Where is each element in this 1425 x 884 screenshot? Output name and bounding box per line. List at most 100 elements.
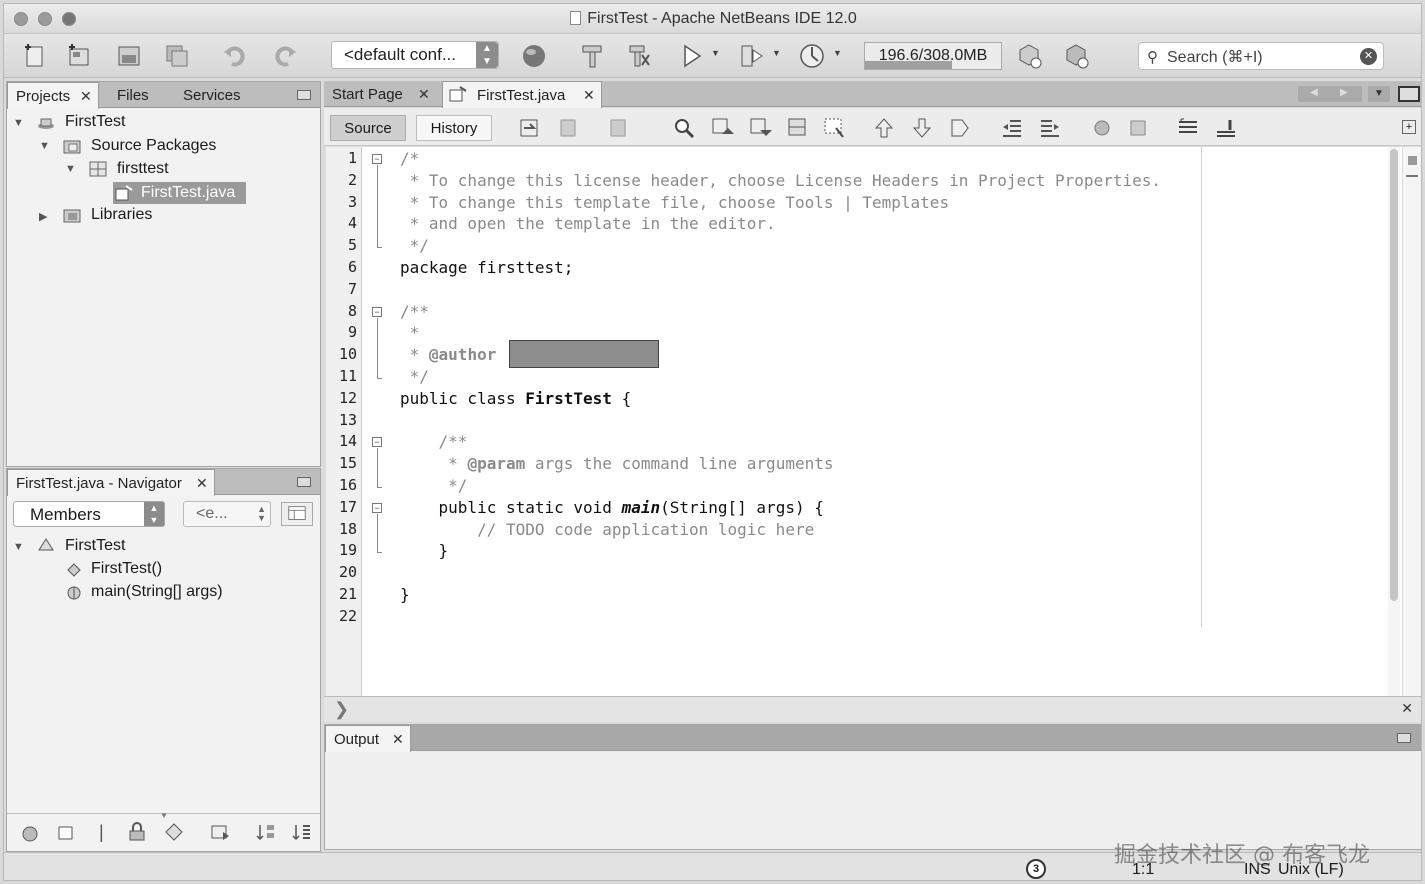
split-editor-icon[interactable]: + [1402,120,1416,134]
tab-output[interactable]: Output ✕ [325,725,411,752]
nav-item-main-method[interactable]: main(String[] args) [91,583,223,601]
search-field[interactable]: ⚲ Search (⌘+I) ✕ [1138,42,1384,70]
profile-dropdown-icon[interactable]: ▼ [833,48,842,58]
nav-item-class[interactable]: FirstTest [65,537,125,555]
tab-start-page[interactable]: Start Page ✕ [324,81,438,107]
expand-arrow-icon[interactable]: ▼ [13,541,24,553]
close-tab-icon[interactable]: ✕ [392,731,404,748]
lock-icon[interactable] [127,822,147,842]
tab-firsttest-java[interactable]: FirstTest.java ✕ [442,81,602,108]
build-project-button[interactable] [577,41,607,71]
expand-arrow-icon[interactable]: ▼ [39,140,50,152]
clear-search-icon[interactable]: ✕ [1360,48,1377,65]
show-opened-documents-icon[interactable]: ▼ [1368,86,1390,102]
gc-button[interactable] [1014,41,1044,71]
close-tab-icon[interactable]: ✕ [583,87,595,104]
close-tab-icon[interactable]: ✕ [418,86,430,103]
members-select[interactable]: Members ▲ ▼ [13,501,165,527]
breadcrumb-chevron-icon[interactable]: ❯ [334,699,349,720]
profile-ide-button[interactable] [1061,41,1091,71]
nav-item-constructor[interactable]: FirstTest() [91,560,162,578]
new-project-button[interactable] [64,41,94,71]
toggle-bookmark-icon[interactable] [948,116,972,140]
expand-arrow-icon[interactable]: ▼ [65,163,76,175]
sort-by-name-icon[interactable] [255,822,277,842]
debug-dropdown-icon[interactable]: ▼ [772,48,781,58]
minimize-panel-icon[interactable] [1397,733,1411,743]
save-all-button[interactable] [162,41,192,71]
tree-item-selected-file[interactable]: FirstTest.java [113,182,246,204]
previous-bookmark-icon[interactable] [872,116,896,140]
sort-by-source-icon[interactable] [291,822,313,842]
tab-files[interactable]: Files [109,82,165,108]
comment-icon[interactable] [1176,116,1200,140]
back-icon[interactable] [558,116,582,140]
undo-button[interactable] [220,41,250,71]
new-project-icon [69,44,89,66]
expand-arrow-icon[interactable]: ▼ [13,117,24,129]
run-dropdown-icon[interactable]: ▼ [711,48,720,58]
tree-item-firsttest-package[interactable]: firsttest [117,160,169,178]
stop-macro-icon[interactable] [1126,116,1150,140]
next-bookmark-icon[interactable] [910,116,934,140]
uncomment-icon[interactable] [1214,116,1238,140]
tree-item-source-packages[interactable]: Source Packages [91,137,216,155]
code-fold-icon[interactable]: − [372,502,382,513]
scrollbar-thumb[interactable] [1390,149,1398,601]
forward-icon[interactable] [608,116,632,140]
tree-item-libraries[interactable]: Libraries [91,206,152,224]
close-breadcrumb-icon[interactable]: ✕ [1401,700,1413,717]
maximize-window-icon[interactable] [1398,86,1420,102]
code-line: */ [400,236,429,256]
open-project-button[interactable] [114,41,144,71]
find-next-icon[interactable] [748,116,772,140]
code-editor[interactable]: 1 2 3 4 5 6 7 8 9 10 11 12 13 14 15 16 17 18 19 20 21 22 /* *… [326,147,1421,696]
history-view-button[interactable]: History [416,115,492,141]
start-macro-icon[interactable] [1090,116,1114,140]
profile-project-button[interactable] [797,41,827,71]
code-line: /** [400,301,429,321]
filter-select[interactable]: <e... ▲ ▼ [183,501,271,527]
find-selection-icon[interactable] [786,116,810,140]
tab-scroll-buttons[interactable]: ◀ ▶ [1298,86,1362,102]
debug-project-button[interactable] [737,41,767,71]
shift-left-icon[interactable] [1000,116,1024,140]
scroll-right-icon[interactable]: ▶ [1340,87,1348,98]
minimize-panel-icon[interactable] [297,477,311,487]
clean-build-button[interactable] [624,41,654,71]
globe-button[interactable] [519,41,549,71]
code-fold-icon[interactable]: − [372,437,382,448]
vertical-scrollbar[interactable] [1388,147,1400,696]
line-number: 1 [347,149,357,167]
redo-button[interactable] [270,41,300,71]
source-view-button[interactable]: Source [330,115,406,141]
tab-services[interactable]: Services [175,82,255,108]
fields-icon[interactable] [57,824,75,842]
last-edit-icon[interactable] [518,116,542,140]
find-previous-icon[interactable] [710,116,734,140]
new-file-button[interactable] [20,41,50,71]
splitter-arrow-icon[interactable]: ▼ [160,811,168,820]
scroll-left-icon[interactable]: ◀ [1310,87,1318,98]
tab-projects[interactable]: Projects ✕ [7,82,99,109]
inherited-members-icon[interactable] [19,824,41,844]
fqn-icon[interactable] [209,822,231,842]
close-tab-icon[interactable]: ✕ [80,88,92,105]
find-icon[interactable] [672,116,696,140]
notifications-icon[interactable]: 3 [1026,859,1046,879]
tab-navigator[interactable]: FirstTest.java - Navigator ✕ [7,469,215,496]
run-project-button[interactable] [677,41,707,71]
tree-item-project[interactable]: FirstTest [65,113,125,131]
line-number: 10 [338,345,357,364]
shift-right-icon[interactable] [1038,116,1062,140]
toggle-highlight-icon[interactable] [822,116,846,140]
static-members-icon[interactable] [163,822,185,842]
code-fold-icon[interactable]: − [372,154,382,164]
code-fold-icon[interactable]: − [372,306,382,317]
collapse-arrow-icon[interactable]: ▶ [39,210,47,223]
memory-indicator[interactable]: 196.6/308.0MB [864,42,1002,70]
close-tab-icon[interactable]: ✕ [196,475,208,492]
configuration-select[interactable]: <default conf... ▲ ▼ [331,41,499,69]
sort-options-button[interactable] [281,502,313,526]
minimize-panel-icon[interactable] [297,90,311,100]
